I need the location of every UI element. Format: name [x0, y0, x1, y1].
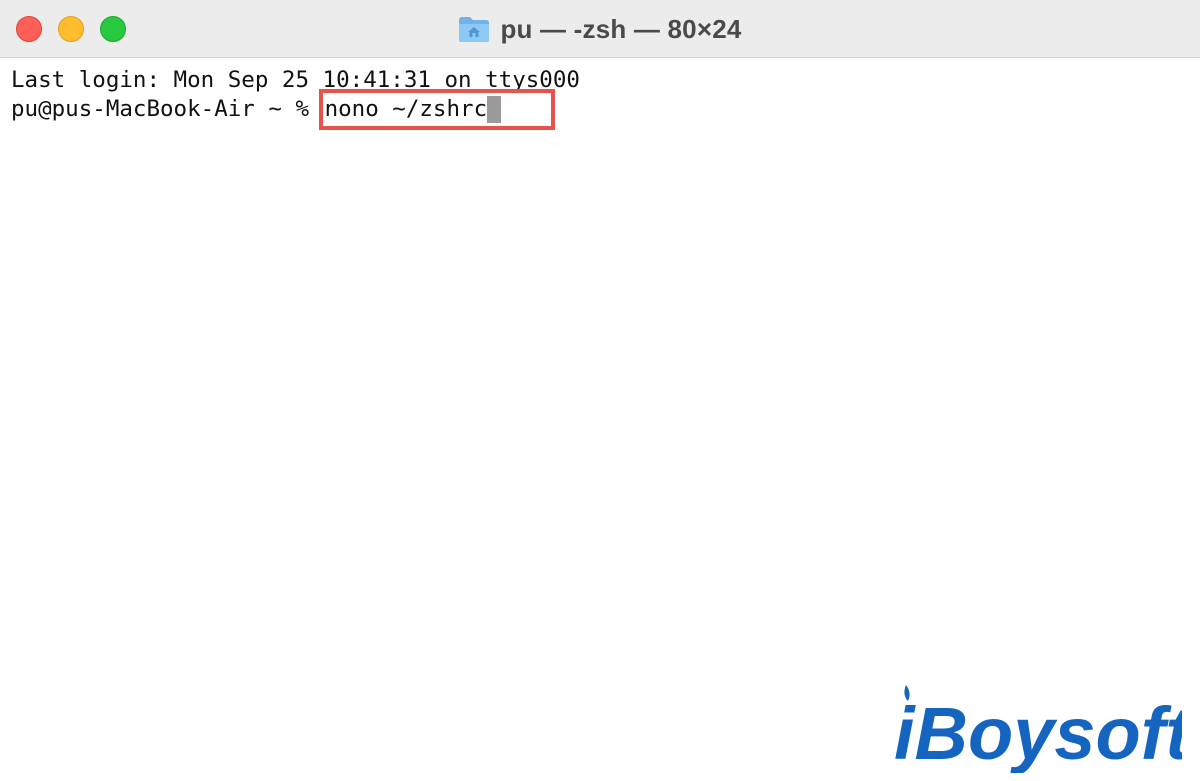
window-title-group: pu — -zsh — 80×24: [0, 0, 1200, 58]
terminal-content[interactable]: Last login: Mon Sep 25 10:41:31 on ttys0…: [0, 58, 1200, 781]
last-login-line: Last login: Mon Sep 25 10:41:31 on ttys0…: [11, 67, 580, 93]
highlighted-command[interactable]: nono ~/zshrc: [318, 89, 556, 130]
title-bar[interactable]: pu — -zsh — 80×24: [0, 0, 1200, 58]
command-text: nono ~/zshrc: [324, 96, 488, 122]
window-title: pu — -zsh — 80×24: [500, 13, 742, 44]
iboysoft-logo: iBoysoft: [894, 685, 1182, 773]
home-folder-icon: [459, 17, 490, 42]
text-cursor: [487, 96, 502, 123]
shell-prompt: pu@pus-MacBook-Air ~ %: [11, 96, 323, 122]
terminal-window: pu — -zsh — 80×24 Last login: Mon Sep 25…: [0, 0, 1200, 781]
command-line[interactable]: pu@pus-MacBook-Air ~ % nono ~/zshrc: [11, 89, 1200, 130]
watermark-text: iBoysoft: [894, 692, 1182, 773]
